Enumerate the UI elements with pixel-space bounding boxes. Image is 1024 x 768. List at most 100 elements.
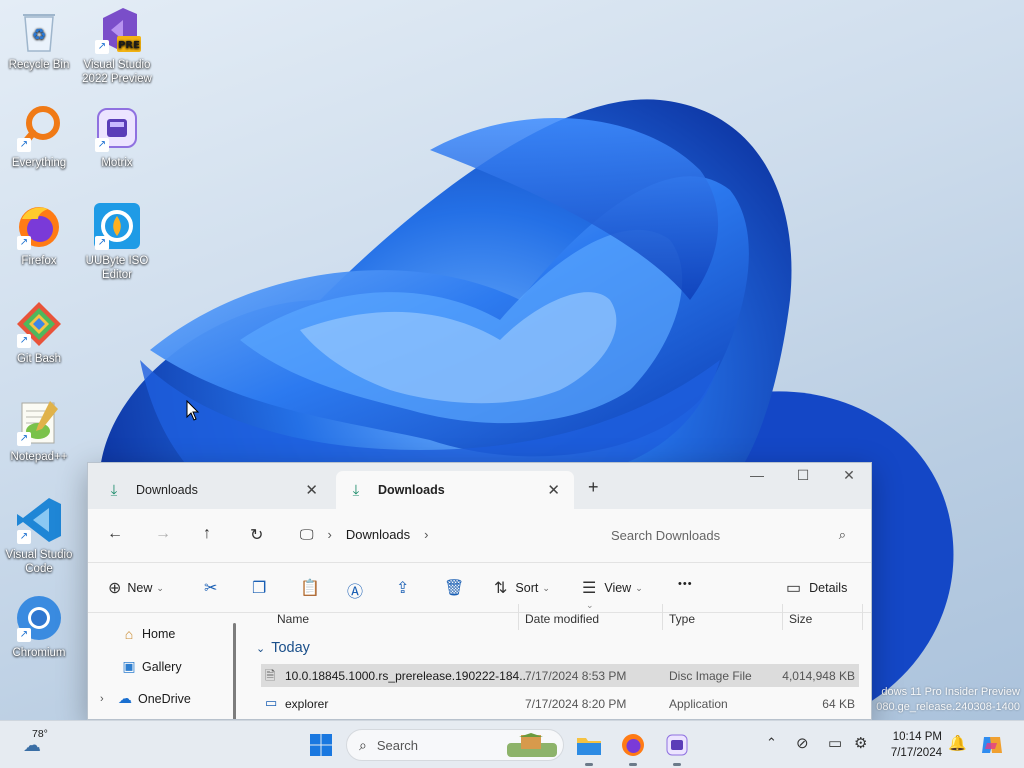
column-divider[interactable] bbox=[782, 604, 783, 630]
chevron-right-icon[interactable]: › bbox=[424, 527, 428, 542]
display-icon[interactable]: ▭ bbox=[828, 734, 842, 752]
application-file-icon: ▭ bbox=[265, 695, 278, 710]
search-highlight-icon bbox=[507, 733, 557, 757]
desktop-icon-firefox[interactable]: ↗ Firefox bbox=[1, 202, 77, 268]
column-divider[interactable] bbox=[518, 604, 519, 630]
this-pc-icon[interactable]: 🖵 bbox=[300, 526, 314, 543]
desktop-icon-motrix[interactable]: ↗ Motrix bbox=[79, 104, 155, 170]
forward-arrow-icon[interactable]: → bbox=[155, 525, 171, 543]
file-explorer-window[interactable]: ⤓ Downloads ✕ ⤓ Downloads ✕ + — ☐ ✕ ← → … bbox=[87, 462, 872, 720]
share-button[interactable]: ⇪ bbox=[396, 578, 409, 598]
column-header-type[interactable]: Type bbox=[669, 612, 695, 626]
column-header-name[interactable]: Name bbox=[277, 612, 309, 626]
view-button[interactable]: ☰ View ⌄ bbox=[582, 578, 643, 598]
close-tab-icon[interactable]: ✕ bbox=[305, 481, 318, 499]
chevron-right-icon[interactable]: › bbox=[100, 693, 116, 705]
taskbar-motrix[interactable] bbox=[660, 721, 694, 768]
desktop-icon-recycle-bin[interactable]: ♻ Recycle Bin bbox=[1, 6, 77, 72]
motrix-icon: ↗ bbox=[93, 104, 141, 152]
sort-button[interactable]: ⇅ Sort ⌄ bbox=[494, 578, 550, 598]
file-type: Disc Image File bbox=[669, 669, 752, 683]
recycle-bin-icon: ♻ bbox=[15, 6, 63, 54]
desktop-icon-git-bash[interactable]: ↗ Git Bash bbox=[1, 300, 77, 366]
paste-icon: 📋 bbox=[300, 580, 320, 597]
chevron-down-icon: ⌄ bbox=[156, 582, 164, 593]
weather-widget[interactable]: ☁ 78° bbox=[12, 721, 52, 768]
back-arrow-icon[interactable]: ← bbox=[107, 525, 123, 543]
taskbar-firefox[interactable] bbox=[616, 721, 650, 768]
maximize-button[interactable]: ☐ bbox=[780, 467, 826, 484]
tab-downloads-1[interactable]: ⤓ Downloads ✕ bbox=[94, 471, 332, 509]
weather-temperature: 78° bbox=[32, 728, 48, 740]
desktop-icon-label: Git Bash bbox=[16, 353, 62, 365]
nav-item-gallery[interactable]: ▣ Gallery bbox=[120, 658, 181, 675]
shortcut-arrow-icon: ↗ bbox=[17, 334, 31, 348]
new-button[interactable]: ⊕ New ⌄ bbox=[108, 578, 164, 598]
desktop-icon-label: Recycle Bin bbox=[8, 59, 70, 71]
group-header-today[interactable]: ⌄ Today bbox=[256, 640, 310, 656]
system-clock[interactable]: 10:14 PM 7/17/2024 bbox=[880, 729, 942, 761]
breadcrumb-downloads[interactable]: Downloads bbox=[346, 527, 410, 542]
close-tab-icon[interactable]: ✕ bbox=[547, 481, 560, 499]
details-button[interactable]: ▭ Details bbox=[786, 578, 847, 598]
copy-icon: ❐ bbox=[252, 580, 267, 597]
taskbar-file-explorer[interactable] bbox=[572, 721, 606, 768]
copilot-icon[interactable] bbox=[980, 733, 1004, 757]
table-row[interactable]: 🗎 10.0.18845.1000.rs_prerelease.190222-1… bbox=[261, 664, 859, 687]
vscode-icon: ↗ bbox=[15, 496, 63, 544]
desktop-icon-vscode[interactable]: ↗ Visual Studio Code bbox=[1, 496, 77, 576]
shortcut-arrow-icon: ↗ bbox=[17, 138, 31, 152]
nav-item-home[interactable]: ⌂ Home bbox=[120, 626, 176, 642]
desktop-icon-uubyte[interactable]: ↗ UUByte ISO Editor bbox=[79, 202, 155, 282]
more-options-button[interactable]: ••• bbox=[678, 578, 693, 590]
file-size: 64 KB bbox=[822, 697, 855, 711]
table-row[interactable]: ▭ explorer 7/17/2024 8:20 PM Application… bbox=[261, 692, 859, 715]
file-list: Name Date modified ⌄ Type Size ⌄ Today 🗎 … bbox=[248, 600, 871, 719]
file-name: 10.0.18845.1000.rs_prerelease.190222-184… bbox=[285, 669, 530, 683]
breadcrumb[interactable]: 🖵 › Downloads › bbox=[300, 526, 443, 543]
refresh-icon[interactable]: ↻ bbox=[250, 525, 263, 545]
file-type: Application bbox=[669, 697, 728, 711]
notification-bell-icon[interactable]: 🔔 bbox=[948, 734, 967, 752]
delete-button[interactable]: 🗑 bbox=[444, 578, 464, 598]
network-offline-icon[interactable]: ⊘ bbox=[796, 734, 809, 752]
taskbar: ☁ 78° ⌕ Search ⌃ ⊘ ▭ ⚙ 10:14 PM 7/17/202… bbox=[0, 720, 1024, 768]
tab-downloads-2[interactable]: ⤓ Downloads ✕ bbox=[336, 471, 574, 509]
desktop-icon-notepadpp[interactable]: ↗ Notepad++ bbox=[1, 398, 77, 464]
desktop-icon-everything[interactable]: ↗ Everything bbox=[1, 104, 77, 170]
column-divider[interactable] bbox=[662, 604, 663, 630]
search-input[interactable]: Search Downloads ⌕ bbox=[598, 519, 858, 551]
desktop-icon-visual-studio-preview[interactable]: PRE ↗ Visual Studio 2022 Preview bbox=[79, 6, 155, 86]
group-label: Today bbox=[271, 640, 310, 656]
taskbar-search[interactable]: ⌕ Search bbox=[346, 729, 564, 761]
column-header-date[interactable]: Date modified bbox=[525, 612, 599, 626]
shortcut-arrow-icon: ↗ bbox=[17, 432, 31, 446]
desktop-icon-label: Visual Studio Code bbox=[5, 549, 73, 575]
tab-label: Downloads bbox=[378, 483, 445, 497]
new-tab-button[interactable]: + bbox=[588, 477, 599, 498]
details-pane-icon: ▭ bbox=[786, 580, 802, 597]
nav-item-onedrive[interactable]: › ☁ OneDrive bbox=[100, 690, 191, 707]
sort-indicator-icon: ⌄ bbox=[586, 600, 594, 610]
nav-pane-scrollbar[interactable] bbox=[233, 623, 236, 719]
cut-button[interactable]: ✂ bbox=[204, 578, 217, 598]
close-window-button[interactable]: ✕ bbox=[826, 467, 871, 484]
copy-button[interactable]: ❐ bbox=[252, 578, 266, 598]
desktop-icon-label: Notepad++ bbox=[10, 451, 68, 463]
paste-button[interactable]: 📋 bbox=[300, 578, 320, 598]
shortcut-arrow-icon: ↗ bbox=[17, 530, 31, 544]
chevron-up-icon[interactable]: ⌃ bbox=[766, 735, 777, 751]
up-arrow-icon[interactable]: ↑ bbox=[203, 525, 211, 543]
watermark-line-1: dows 11 Pro Insider Preview bbox=[881, 686, 1020, 698]
minimize-button[interactable]: — bbox=[734, 467, 780, 483]
column-header-size[interactable]: Size bbox=[789, 612, 812, 626]
gallery-icon: ▣ bbox=[122, 658, 136, 674]
column-divider[interactable] bbox=[862, 604, 863, 630]
start-button[interactable] bbox=[304, 721, 338, 768]
chromium-icon: ↗ bbox=[15, 594, 63, 642]
search-icon: ⌕ bbox=[359, 736, 367, 753]
download-icon: ⤓ bbox=[352, 481, 360, 499]
rename-button[interactable]: Ⓐ bbox=[347, 578, 363, 602]
accessibility-icon[interactable]: ⚙ bbox=[854, 734, 867, 752]
desktop-icon-chromium[interactable]: ↗ Chromium bbox=[1, 594, 77, 660]
